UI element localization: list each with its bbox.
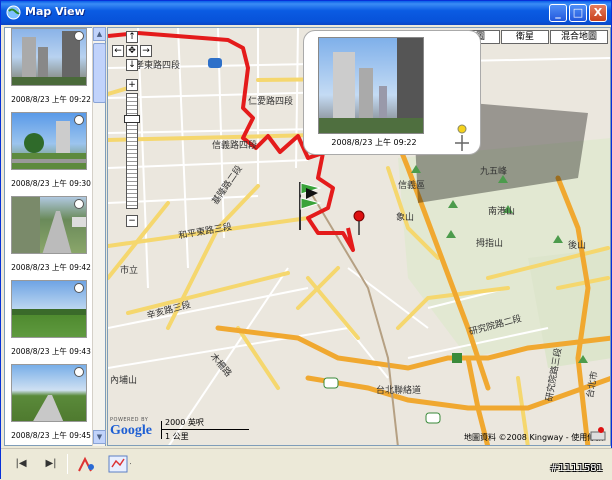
compass-icon	[74, 31, 84, 41]
mountain-label: 拇指山	[476, 239, 504, 249]
zoom-in-icon[interactable]: +	[126, 79, 138, 91]
district-label: 信義區	[398, 181, 426, 191]
thumbnail-caption: 2008/8/23 上午 09:45	[11, 431, 91, 440]
mountain-label: 南港山	[488, 207, 516, 217]
zoom-slider-track[interactable]	[126, 93, 138, 209]
map-scale-bar: 2000 英呎 1 公里	[161, 417, 251, 443]
scroll-down-icon[interactable]: ▼	[93, 430, 106, 444]
add-waypoint-icon[interactable]	[75, 453, 99, 475]
google-wordmark: Google	[110, 423, 152, 438]
photo-thumbnail	[11, 28, 87, 86]
watermark: #1111581	[550, 463, 603, 474]
scrollbar-thumb[interactable]	[93, 43, 106, 103]
compass-icon	[74, 199, 84, 209]
compass-icon	[74, 115, 84, 125]
pan-up-icon[interactable]: ↑	[126, 31, 138, 43]
zoom-slider-thumb[interactable]	[124, 115, 140, 123]
previous-photo-button[interactable]: |◀	[9, 453, 33, 475]
thumbnail-caption: 2008/8/23 上午 09:30	[11, 179, 91, 188]
pan-right-icon[interactable]: →	[140, 45, 152, 57]
tab-hybrid[interactable]: 混合地圖	[550, 30, 608, 44]
thumbnail-item[interactable]: 2008/8/23 上午 09:45	[11, 364, 91, 441]
pan-left-icon[interactable]: ←	[112, 45, 124, 57]
road-label: 信義路四段	[212, 141, 258, 151]
scroll-up-icon[interactable]: ▲	[93, 27, 106, 41]
map-zoom-control[interactable]: ↑ ← ✥ → ↓ + −	[110, 31, 154, 231]
photo-thumbnail	[11, 196, 87, 254]
scale-bottom-label: 1 公里	[165, 432, 189, 441]
photo-thumbnail	[11, 112, 87, 170]
pan-center-icon[interactable]: ✥	[126, 45, 138, 57]
window-title: Map View	[25, 5, 85, 18]
maximize-button[interactable]: □	[569, 4, 587, 22]
globe-icon	[6, 5, 21, 20]
map-view-window: Map View _ □ X 2008/8/23 上午 09:22 2008/8…	[0, 0, 612, 480]
compass-icon	[74, 367, 84, 377]
pan-down-icon[interactable]: ↓	[126, 59, 138, 71]
place-label: 市立	[120, 266, 139, 276]
thumbnail-caption: 2008/8/23 上午 09:22	[11, 95, 91, 104]
thumbnail-item[interactable]: 2008/8/23 上午 09:43	[11, 280, 91, 357]
thumbnail-caption: 2008/8/23 上午 09:43	[11, 347, 91, 356]
photo-thumbnail	[11, 280, 87, 338]
popup-photo	[318, 37, 424, 134]
zoom-out-icon[interactable]: −	[126, 215, 138, 227]
compass-icon	[74, 283, 84, 293]
streetview-pan-icon[interactable]	[452, 123, 472, 153]
road-label: 仁愛路四段	[248, 97, 294, 107]
thumbnail-item[interactable]: 2008/8/23 上午 09:22	[11, 28, 91, 105]
photo-thumbnail	[11, 364, 87, 422]
scale-top-label: 2000 英呎	[165, 418, 204, 427]
photo-thumbnail-list[interactable]: 2008/8/23 上午 09:22 2008/8/23 上午 09:30 20…	[4, 27, 106, 446]
mountain-label: 內埔山	[110, 376, 138, 386]
mountain-label: 後山	[568, 241, 587, 251]
mountain-label: 象山	[396, 213, 415, 223]
close-button[interactable]: X	[589, 4, 607, 22]
thumbnail-caption: 2008/8/23 上午 09:42	[11, 263, 91, 272]
tab-satellite[interactable]: 衛星	[501, 30, 549, 44]
google-logo: POWERED BY Google	[110, 417, 160, 443]
mountain-label: 九五峰	[480, 167, 508, 177]
buildings-photo	[319, 38, 423, 133]
road-label: 台北聯絡道	[376, 386, 422, 396]
minimize-button[interactable]: _	[549, 4, 567, 22]
next-photo-button[interactable]: ▶|	[39, 453, 63, 475]
location-pin-icon	[353, 210, 365, 235]
map-view[interactable]: 忠孝東路四段 仁愛路四段 信義路四段 基隆路二段 和平東路三段 辛亥路三段 信義…	[107, 27, 611, 446]
toolbar-separator	[67, 454, 68, 474]
map-options-dropdown-icon[interactable]	[107, 453, 131, 475]
thumbnail-item[interactable]: 2008/8/23 上午 09:42	[11, 196, 91, 273]
photo-popup[interactable]: 2008/8/23 上午 09:22	[303, 30, 481, 155]
thumbnail-scrollbar[interactable]: ▲ ▼	[92, 27, 106, 446]
bottom-toolbar: |◀ ▶|	[1, 448, 612, 480]
route-pin-icon[interactable]	[590, 426, 608, 442]
title-bar[interactable]: Map View _ □ X	[1, 1, 611, 25]
map-copyright: 地圖資料 ©2008 Kingway - 使用條款	[464, 433, 604, 442]
popup-caption: 2008/8/23 上午 09:22	[331, 138, 417, 147]
start-flag-icon	[299, 182, 322, 230]
thumbnail-item[interactable]: 2008/8/23 上午 09:30	[11, 112, 91, 189]
